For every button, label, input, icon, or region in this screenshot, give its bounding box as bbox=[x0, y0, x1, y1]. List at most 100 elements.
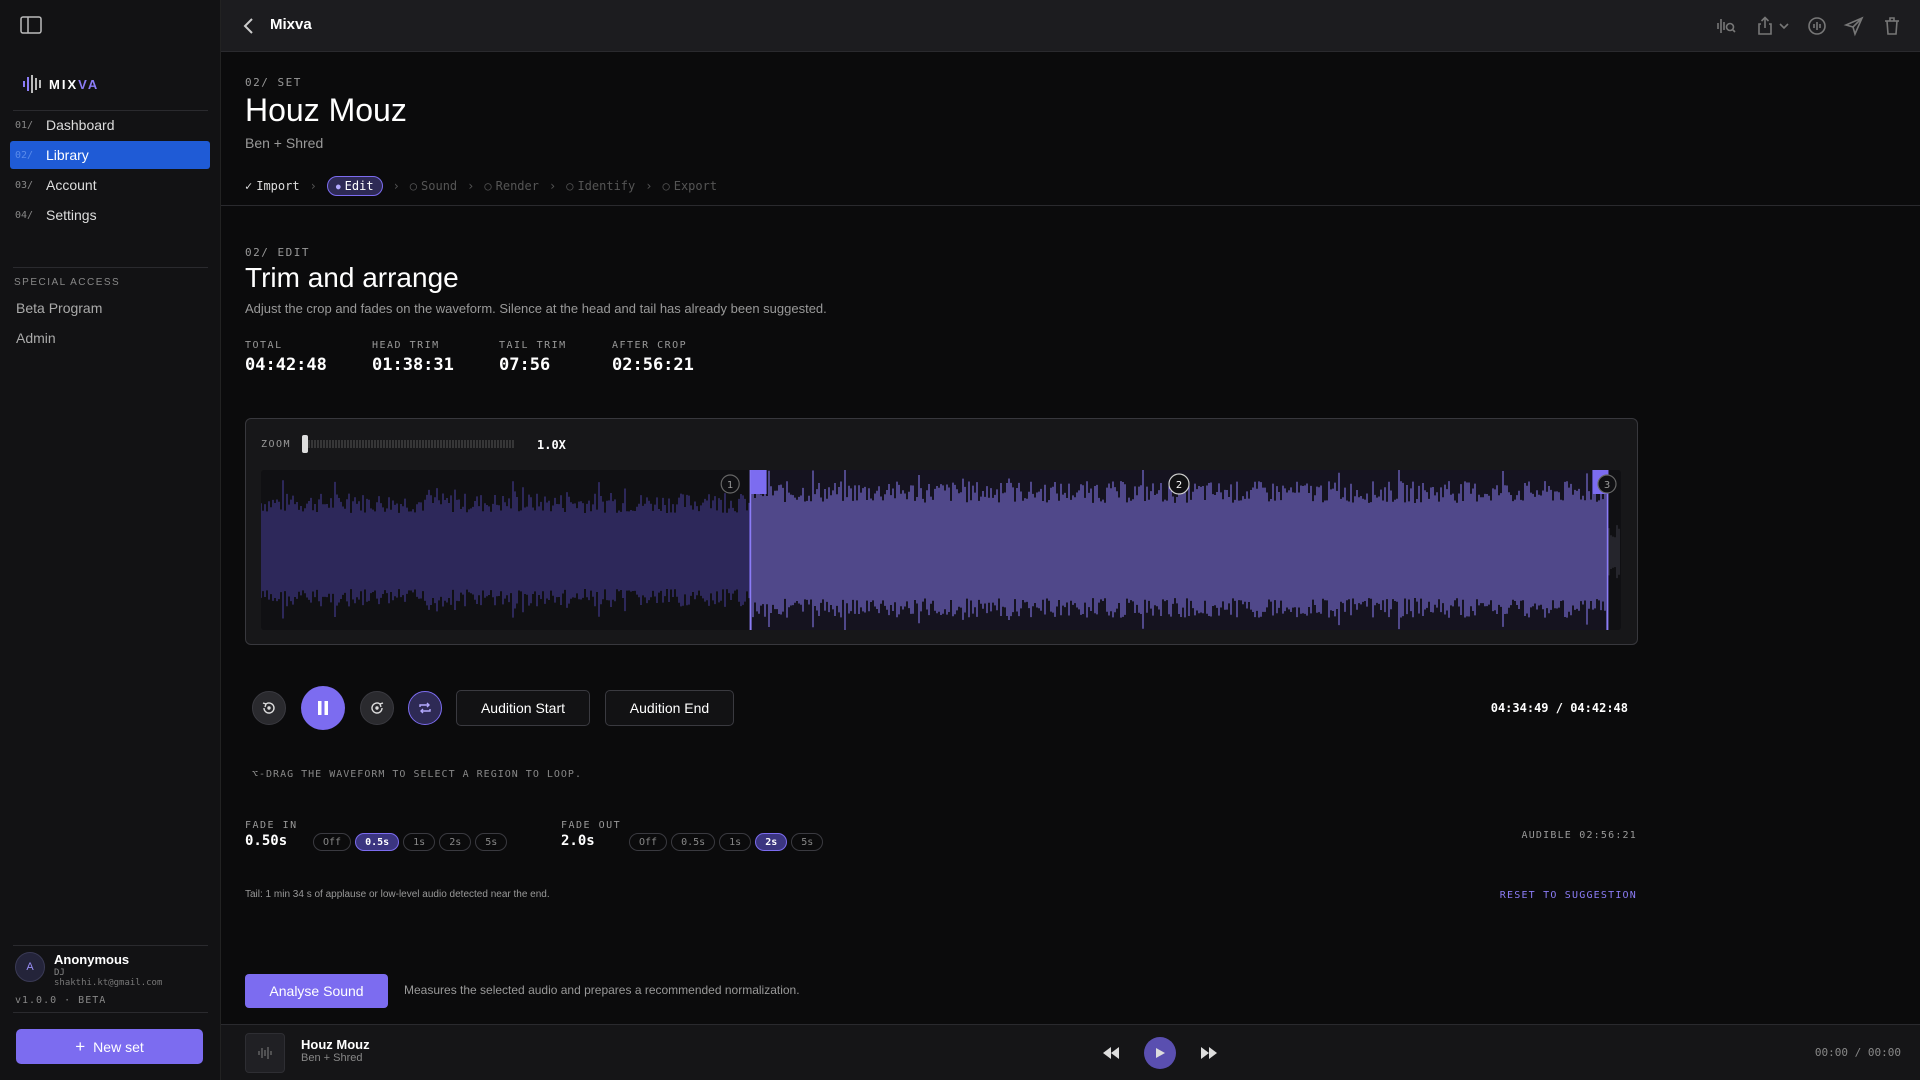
fade-out-option[interactable]: 2s bbox=[755, 833, 788, 851]
zoom-slider-handle[interactable] bbox=[302, 435, 308, 453]
rewind-10-icon[interactable] bbox=[252, 691, 286, 725]
chevron-down-icon[interactable] bbox=[1777, 15, 1791, 37]
fade-out-value: 2.0s bbox=[561, 833, 595, 849]
waveform-canvas[interactable]: 1 2 3 bbox=[261, 470, 1621, 630]
fade-out-option[interactable]: 1s bbox=[719, 833, 752, 851]
logo-text: MIXVA bbox=[49, 76, 100, 92]
sidebar-item-beta-program[interactable]: Beta Program bbox=[16, 300, 102, 316]
previous-icon[interactable] bbox=[1101, 1044, 1121, 1062]
mixva-logo[interactable]: MIXVA bbox=[23, 75, 99, 93]
back-icon[interactable] bbox=[239, 16, 259, 36]
player-track-artist: Ben + Shred bbox=[301, 1052, 363, 1064]
player-time: 00:00 / 00:00 bbox=[1814, 1046, 1901, 1059]
stat-after-crop: AFTER CROP 02:56:21 bbox=[612, 340, 694, 375]
audition-start-button[interactable]: Audition Start bbox=[456, 690, 590, 726]
zoom-value: 1.0X bbox=[537, 438, 566, 452]
send-icon[interactable] bbox=[1843, 15, 1865, 37]
set-eyebrow: 02/ SET bbox=[245, 76, 302, 89]
player-play-button[interactable] bbox=[1144, 1037, 1176, 1069]
sidebar-item-dashboard[interactable]: 01/Dashboard bbox=[10, 111, 210, 139]
section-marker[interactable]: 1 bbox=[720, 474, 740, 494]
section-marker[interactable]: 2 bbox=[1168, 473, 1190, 495]
next-icon[interactable] bbox=[1199, 1044, 1219, 1062]
section-marker[interactable]: 3 bbox=[1597, 474, 1617, 494]
divider bbox=[13, 945, 208, 946]
nav-number: 02/ bbox=[15, 149, 34, 161]
waveform-search-icon[interactable] bbox=[1715, 15, 1737, 37]
workflow-steps: ✓ Import › ● Edit › ○ Sound › ○ Render › ○ Identify › ○… bbox=[245, 176, 717, 196]
playback-time: 04:34:49 / 04:42:48 bbox=[1490, 701, 1628, 715]
nav-label: Settings bbox=[46, 207, 97, 223]
nav-number: 04/ bbox=[15, 209, 34, 221]
sidebar-toggle-icon[interactable] bbox=[20, 16, 42, 34]
share-icon[interactable] bbox=[1754, 15, 1776, 37]
fade-in-option[interactable]: 0.5s bbox=[355, 833, 400, 851]
step-label: Sound bbox=[421, 179, 458, 193]
play-icon bbox=[1156, 1048, 1165, 1058]
stat-total: TOTAL 04:42:48 bbox=[245, 340, 327, 375]
step-edit[interactable]: ● Edit bbox=[326, 176, 383, 196]
sidebar-item-account[interactable]: 03/Account bbox=[10, 171, 210, 199]
fade-in-option[interactable]: 1s bbox=[403, 833, 436, 851]
fade-in-group: FADE IN 0.50s bbox=[245, 820, 298, 849]
pause-button[interactable] bbox=[301, 686, 345, 730]
nav-number: 03/ bbox=[15, 179, 34, 191]
zoom-slider[interactable] bbox=[301, 435, 521, 453]
sidebar-item-library[interactable]: 02/Library bbox=[10, 141, 210, 169]
edit-title: Trim and arrange bbox=[245, 262, 459, 293]
chevron-right-icon: › bbox=[645, 179, 653, 193]
top-bar: Mixva bbox=[221, 0, 1920, 52]
waveform-icon bbox=[258, 1047, 272, 1059]
step-label: Export bbox=[673, 179, 718, 193]
sidebar-item-admin[interactable]: Admin bbox=[16, 330, 56, 346]
zoom-label: ZOOM bbox=[261, 439, 292, 450]
crop-start-handle[interactable] bbox=[750, 470, 767, 494]
step-status-icon: ○ bbox=[484, 179, 492, 193]
step-export[interactable]: ○ Export bbox=[662, 179, 717, 193]
divider bbox=[13, 1012, 208, 1013]
forward-10-icon[interactable] bbox=[360, 691, 394, 725]
stat-tail-trim: TAIL TRIM 07:56 bbox=[499, 340, 567, 375]
fade-in-option[interactable]: Off bbox=[313, 833, 352, 851]
sidebar-item-settings[interactable]: 04/Settings bbox=[10, 201, 210, 229]
fade-in-options: Off 0.5s 1s 2s 5s bbox=[313, 833, 511, 851]
new-set-button[interactable]: + New set bbox=[16, 1029, 203, 1064]
step-import[interactable]: ✓ Import bbox=[245, 179, 300, 193]
analyse-sound-button[interactable]: Analyse Sound bbox=[245, 974, 388, 1008]
reset-to-suggestion-link[interactable]: RESET TO SUGGESTION bbox=[1421, 890, 1637, 901]
edit-eyebrow: 02/ EDIT bbox=[245, 246, 310, 259]
step-render[interactable]: ○ Render bbox=[484, 179, 539, 193]
fade-out-group: FADE OUT 2.0s bbox=[561, 820, 622, 849]
fade-out-options: Off 0.5s 1s 2s 5s bbox=[629, 833, 827, 851]
fade-in-option[interactable]: 5s bbox=[475, 833, 508, 851]
step-identify[interactable]: ○ Identify bbox=[566, 179, 635, 193]
trash-icon[interactable] bbox=[1881, 15, 1903, 37]
divider bbox=[13, 267, 208, 268]
step-sound[interactable]: ○ Sound bbox=[410, 179, 457, 193]
fade-out-option[interactable]: 5s bbox=[791, 833, 824, 851]
step-label: Import bbox=[256, 179, 300, 193]
set-title: Houz Mouz bbox=[245, 92, 407, 128]
step-status-icon: ○ bbox=[566, 179, 574, 193]
user-email: shakthi.kt@gmail.com bbox=[54, 978, 163, 988]
avatar: A bbox=[15, 952, 45, 982]
edit-description: Adjust the crop and fades on the wavefor… bbox=[245, 301, 827, 316]
step-label: Render bbox=[495, 179, 539, 193]
fade-in-option[interactable]: 2s bbox=[439, 833, 472, 851]
loop-icon[interactable] bbox=[408, 691, 442, 725]
step-status-icon: ✓ bbox=[245, 179, 253, 193]
fade-out-option[interactable]: Off bbox=[629, 833, 668, 851]
version-label: v1.0.0 · BETA bbox=[15, 995, 107, 1006]
analyse-description: Measures the selected audio and prepares… bbox=[404, 983, 800, 997]
pause-icon bbox=[318, 701, 328, 715]
audition-end-button[interactable]: Audition End bbox=[605, 690, 734, 726]
plus-icon: + bbox=[75, 1036, 86, 1056]
audio-icon[interactable] bbox=[1806, 15, 1828, 37]
section-marker-label: 2 bbox=[1176, 480, 1182, 491]
mini-player: Houz Mouz Ben + Shred 00:00 / 00:00 bbox=[221, 1024, 1920, 1080]
section-marker-label: 3 bbox=[1604, 480, 1610, 491]
user-name: Anonymous bbox=[54, 952, 130, 967]
fade-out-option[interactable]: 0.5s bbox=[671, 833, 716, 851]
step-status-icon: ● bbox=[335, 181, 341, 191]
special-access-heading: SPECIAL ACCESS bbox=[14, 277, 121, 288]
